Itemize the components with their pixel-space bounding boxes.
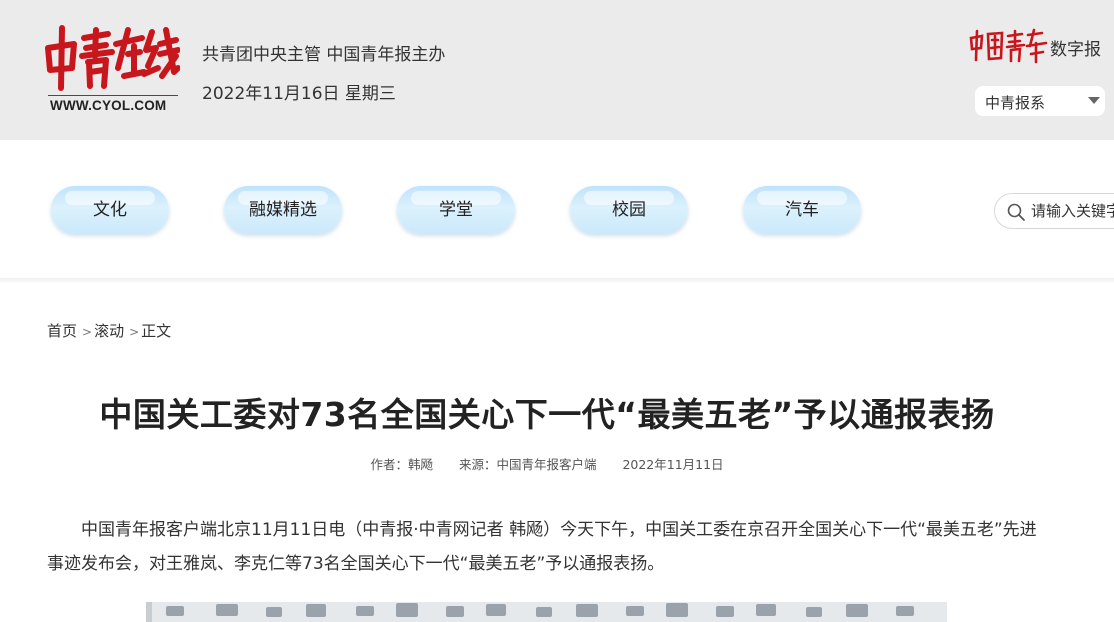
current-date: 2022年11月16日 星期三	[202, 84, 396, 104]
digital-edition-label: 数字报	[1050, 40, 1101, 60]
breadcrumb-separator: >	[129, 325, 140, 339]
zhongguo-qingnianbao-logo	[969, 28, 1048, 64]
breadcrumb-home[interactable]: 首页	[47, 322, 77, 340]
article-author: 作者：韩飏	[370, 457, 433, 472]
nav-item-label: 融媒精选	[249, 200, 317, 220]
nav-item-label: 学堂	[439, 200, 473, 220]
article-paragraph: 中国青年报客户端北京11月11日电（中青报·中青网记者 韩飏）今天下午，中国关工…	[47, 520, 1037, 574]
article-source: 来源：中国青年报客户端	[458, 457, 597, 472]
article-date: 2022年11月11日	[622, 457, 724, 472]
breadcrumb: 首页 > 滚动 > 正文	[47, 320, 171, 341]
nav-item-campus[interactable]: 校园	[570, 186, 688, 234]
digital-edition-link[interactable]: 数字报	[968, 28, 1108, 64]
article-meta: 作者：韩飏 来源：中国青年报客户端 2022年11月11日	[0, 454, 1094, 473]
search-input[interactable]	[1031, 194, 1114, 228]
article-title: 中国关工委对73名全国关心下一代“最美五老”予以通报表扬	[99, 395, 995, 434]
article-photo	[146, 602, 947, 622]
nav-item-culture[interactable]: 文化	[51, 186, 169, 234]
breadcrumb-current: 正文	[141, 322, 172, 340]
nav-item-academy[interactable]: 学堂	[397, 186, 515, 234]
breadcrumb-separator: >	[82, 325, 93, 339]
logo-url-text: WWW.CYOL.COM	[50, 98, 167, 113]
nav-item-label: 汽车	[785, 200, 819, 220]
breadcrumb-section[interactable]: 滚动	[94, 322, 124, 340]
nav-item-media-picks[interactable]: 融媒精选	[224, 186, 342, 234]
photo-placeholder	[146, 602, 947, 622]
cyol-calligraphy-logo	[45, 25, 180, 91]
cyol-logo[interactable]: WWW.CYOL.COM	[44, 22, 180, 118]
caret-down-icon	[1088, 97, 1100, 104]
search-box[interactable]	[994, 193, 1114, 229]
nav-item-label: 校园	[612, 200, 646, 220]
site-header: WWW.CYOL.COM 共青团中央主管 中国青年报主办 2022年11月16日…	[0, 0, 1114, 140]
paper-select-value: 中青报系	[985, 94, 1046, 112]
nav-item-label: 文化	[93, 200, 127, 220]
paper-select[interactable]: 中青报系	[975, 86, 1105, 116]
search-icon[interactable]	[1006, 202, 1026, 222]
nav-item-auto[interactable]: 汽车	[743, 186, 861, 234]
logo-divider	[48, 95, 178, 96]
nav-divider	[0, 278, 1114, 284]
publisher-text: 共青团中央主管 中国青年报主办	[202, 45, 446, 65]
